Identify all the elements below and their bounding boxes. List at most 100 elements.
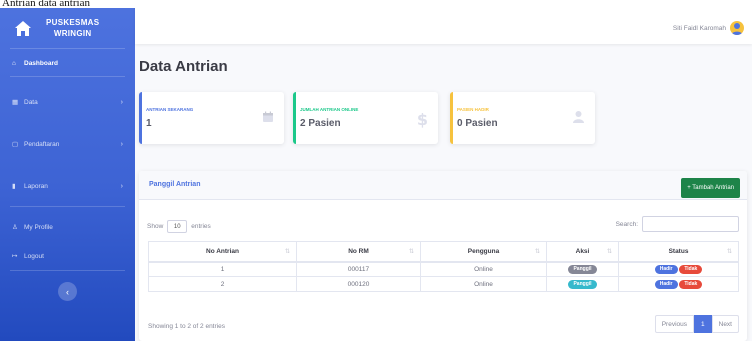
sidebar-item-my-profile[interactable]: ♙ My Profile: [0, 220, 135, 234]
pagination: Previous 1 Next: [654, 315, 739, 333]
card-accent-bar: [450, 92, 453, 144]
cell-no-rm: 000117: [296, 261, 421, 277]
column-header-no-antrian[interactable]: No Antrian ⇅: [148, 241, 297, 263]
form-icon: ▢: [12, 141, 19, 148]
sidebar-item-label: Logout: [24, 252, 44, 260]
card-label: JUMLAH ANTRIAN ONLINE: [300, 107, 359, 112]
search-control: Search:: [616, 216, 739, 232]
sort-icon: ⇅: [284, 249, 290, 255]
house-icon: [12, 18, 34, 38]
sidebar: PUSKESMAS WRINGIN ⌂ Dashboard ▦ Data › ▢…: [0, 0, 135, 341]
table-row: 2 000120 Online Panggil Hadir Tidak: [148, 276, 739, 292]
sidebar-divider: [10, 76, 125, 77]
chevron-right-icon: ›: [120, 182, 123, 190]
card-value: 2 Pasien: [300, 118, 341, 129]
cell-aksi: Panggil: [546, 261, 619, 277]
brand-line-2: WRINGIN: [53, 29, 92, 38]
previous-page-button[interactable]: Previous: [654, 315, 694, 333]
sidebar-item-data[interactable]: ▦ Data ›: [0, 95, 135, 109]
absent-button[interactable]: Tidak: [679, 264, 703, 274]
show-label: Show: [147, 223, 164, 230]
queue-panel: Panggil Antrian + Tambah Antrian Show 10…: [139, 171, 747, 341]
column-header-status[interactable]: Status ⇅: [618, 241, 739, 263]
card-label: PASIEN HADIR: [457, 107, 489, 112]
chevron-right-icon: ›: [120, 140, 123, 148]
add-queue-button[interactable]: + Tambah Antrian: [681, 178, 740, 198]
logout-icon: ↦: [12, 253, 18, 260]
call-button[interactable]: Panggil: [568, 264, 597, 274]
search-input[interactable]: [642, 216, 739, 232]
sidebar-divider: [10, 270, 125, 271]
home-icon: ⌂: [12, 59, 16, 67]
column-header-label: No RM: [348, 247, 369, 255]
sidebar-toggle-button[interactable]: ‹: [58, 282, 77, 301]
call-button[interactable]: Panggil: [568, 279, 597, 289]
sidebar-item-dashboard[interactable]: ⌂ Dashboard: [0, 56, 135, 70]
entries-length-control: Show 10 entries: [147, 220, 211, 233]
next-page-button[interactable]: Next: [711, 315, 739, 333]
queue-table: No Antrian ⇅ No RM ⇅ Pengguna ⇅ Aksi ⇅ Statu…: [148, 241, 739, 292]
user-icon: [572, 110, 585, 128]
cell-no-rm: 000120: [296, 276, 421, 292]
chevron-left-icon: ‹: [66, 286, 69, 297]
card-label: ANTRIAN SEKARANG: [146, 107, 194, 112]
chart-icon: ▮: [12, 183, 16, 190]
user-icon: ♙: [12, 224, 18, 231]
panel-header: Panggil Antrian + Tambah Antrian: [139, 171, 747, 200]
chevron-right-icon: ›: [120, 98, 123, 106]
sidebar-item-pendaftaran[interactable]: ▢ Pendaftaran ›: [0, 137, 135, 151]
sidebar-item-label: Data: [24, 98, 38, 106]
present-button[interactable]: Hadir: [654, 264, 678, 274]
search-label: Search:: [615, 220, 638, 228]
cell-no-antrian: 1: [148, 261, 297, 277]
column-header-pengguna[interactable]: Pengguna ⇅: [420, 241, 547, 263]
cell-status: Hadir Tidak: [618, 261, 739, 277]
card-value: 0 Pasien: [457, 118, 498, 129]
grid-icon: ▦: [12, 99, 19, 106]
stat-card-jumlah-antrian-online: JUMLAH ANTRIAN ONLINE 2 Pasien $: [293, 92, 438, 144]
window-title: Antrian data antrian: [0, 0, 752, 8]
sort-icon: ⇅: [534, 249, 540, 255]
column-header-label: No Antrian: [206, 247, 239, 255]
sidebar-divider: [10, 48, 125, 49]
sort-icon: ⇅: [606, 249, 612, 255]
entries-select[interactable]: 10: [167, 220, 188, 233]
sort-icon: ⇅: [726, 249, 732, 255]
page-1-button[interactable]: 1: [694, 315, 712, 333]
stat-card-pasien-hadir: PASIEN HADIR 0 Pasien: [450, 92, 595, 144]
sidebar-item-label: Laporan: [24, 182, 48, 190]
sidebar-item-label: My Profile: [24, 223, 53, 231]
column-header-no-rm[interactable]: No RM ⇅: [296, 241, 421, 263]
calendar-icon: [262, 110, 274, 128]
brand-name: PUSKESMAS WRINGIN: [46, 17, 99, 39]
cell-pengguna: Online: [420, 261, 547, 277]
cell-no-antrian: 2: [148, 276, 297, 292]
dollar-icon: $: [416, 110, 428, 129]
column-header-aksi[interactable]: Aksi ⇅: [546, 241, 619, 263]
sidebar-item-laporan[interactable]: ▮ Laporan ›: [0, 179, 135, 193]
present-button[interactable]: Hadir: [654, 279, 678, 289]
table-info: Showing 1 to 2 of 2 entries: [148, 323, 225, 330]
page-title: Data Antrian: [139, 58, 228, 75]
entries-label: entries: [191, 223, 211, 230]
table-header-row: No Antrian ⇅ No RM ⇅ Pengguna ⇅ Aksi ⇅ Statu…: [148, 241, 739, 263]
absent-button[interactable]: Tidak: [679, 279, 703, 289]
sort-icon: ⇅: [408, 249, 414, 255]
column-header-label: Status: [668, 247, 689, 255]
cell-aksi: Panggil: [546, 276, 619, 292]
cell-status: Hadir Tidak: [618, 276, 739, 292]
column-header-label: Pengguna: [467, 247, 500, 255]
panel-title: Panggil Antrian: [149, 181, 201, 188]
card-value: 1: [146, 118, 152, 129]
sidebar-item-logout[interactable]: ↦ Logout: [0, 249, 135, 263]
card-accent-bar: [293, 92, 296, 144]
sidebar-item-label: Pendaftaran: [24, 140, 60, 148]
user-name[interactable]: Siti Faidl Karomah: [673, 25, 726, 32]
cell-pengguna: Online: [420, 276, 547, 292]
avatar[interactable]: [730, 21, 744, 35]
sidebar-divider: [10, 206, 125, 207]
sidebar-item-label: Dashboard: [24, 59, 58, 67]
column-header-label: Aksi: [575, 247, 590, 255]
card-accent-bar: [139, 92, 142, 144]
brand-line-1: PUSKESMAS: [46, 18, 100, 27]
